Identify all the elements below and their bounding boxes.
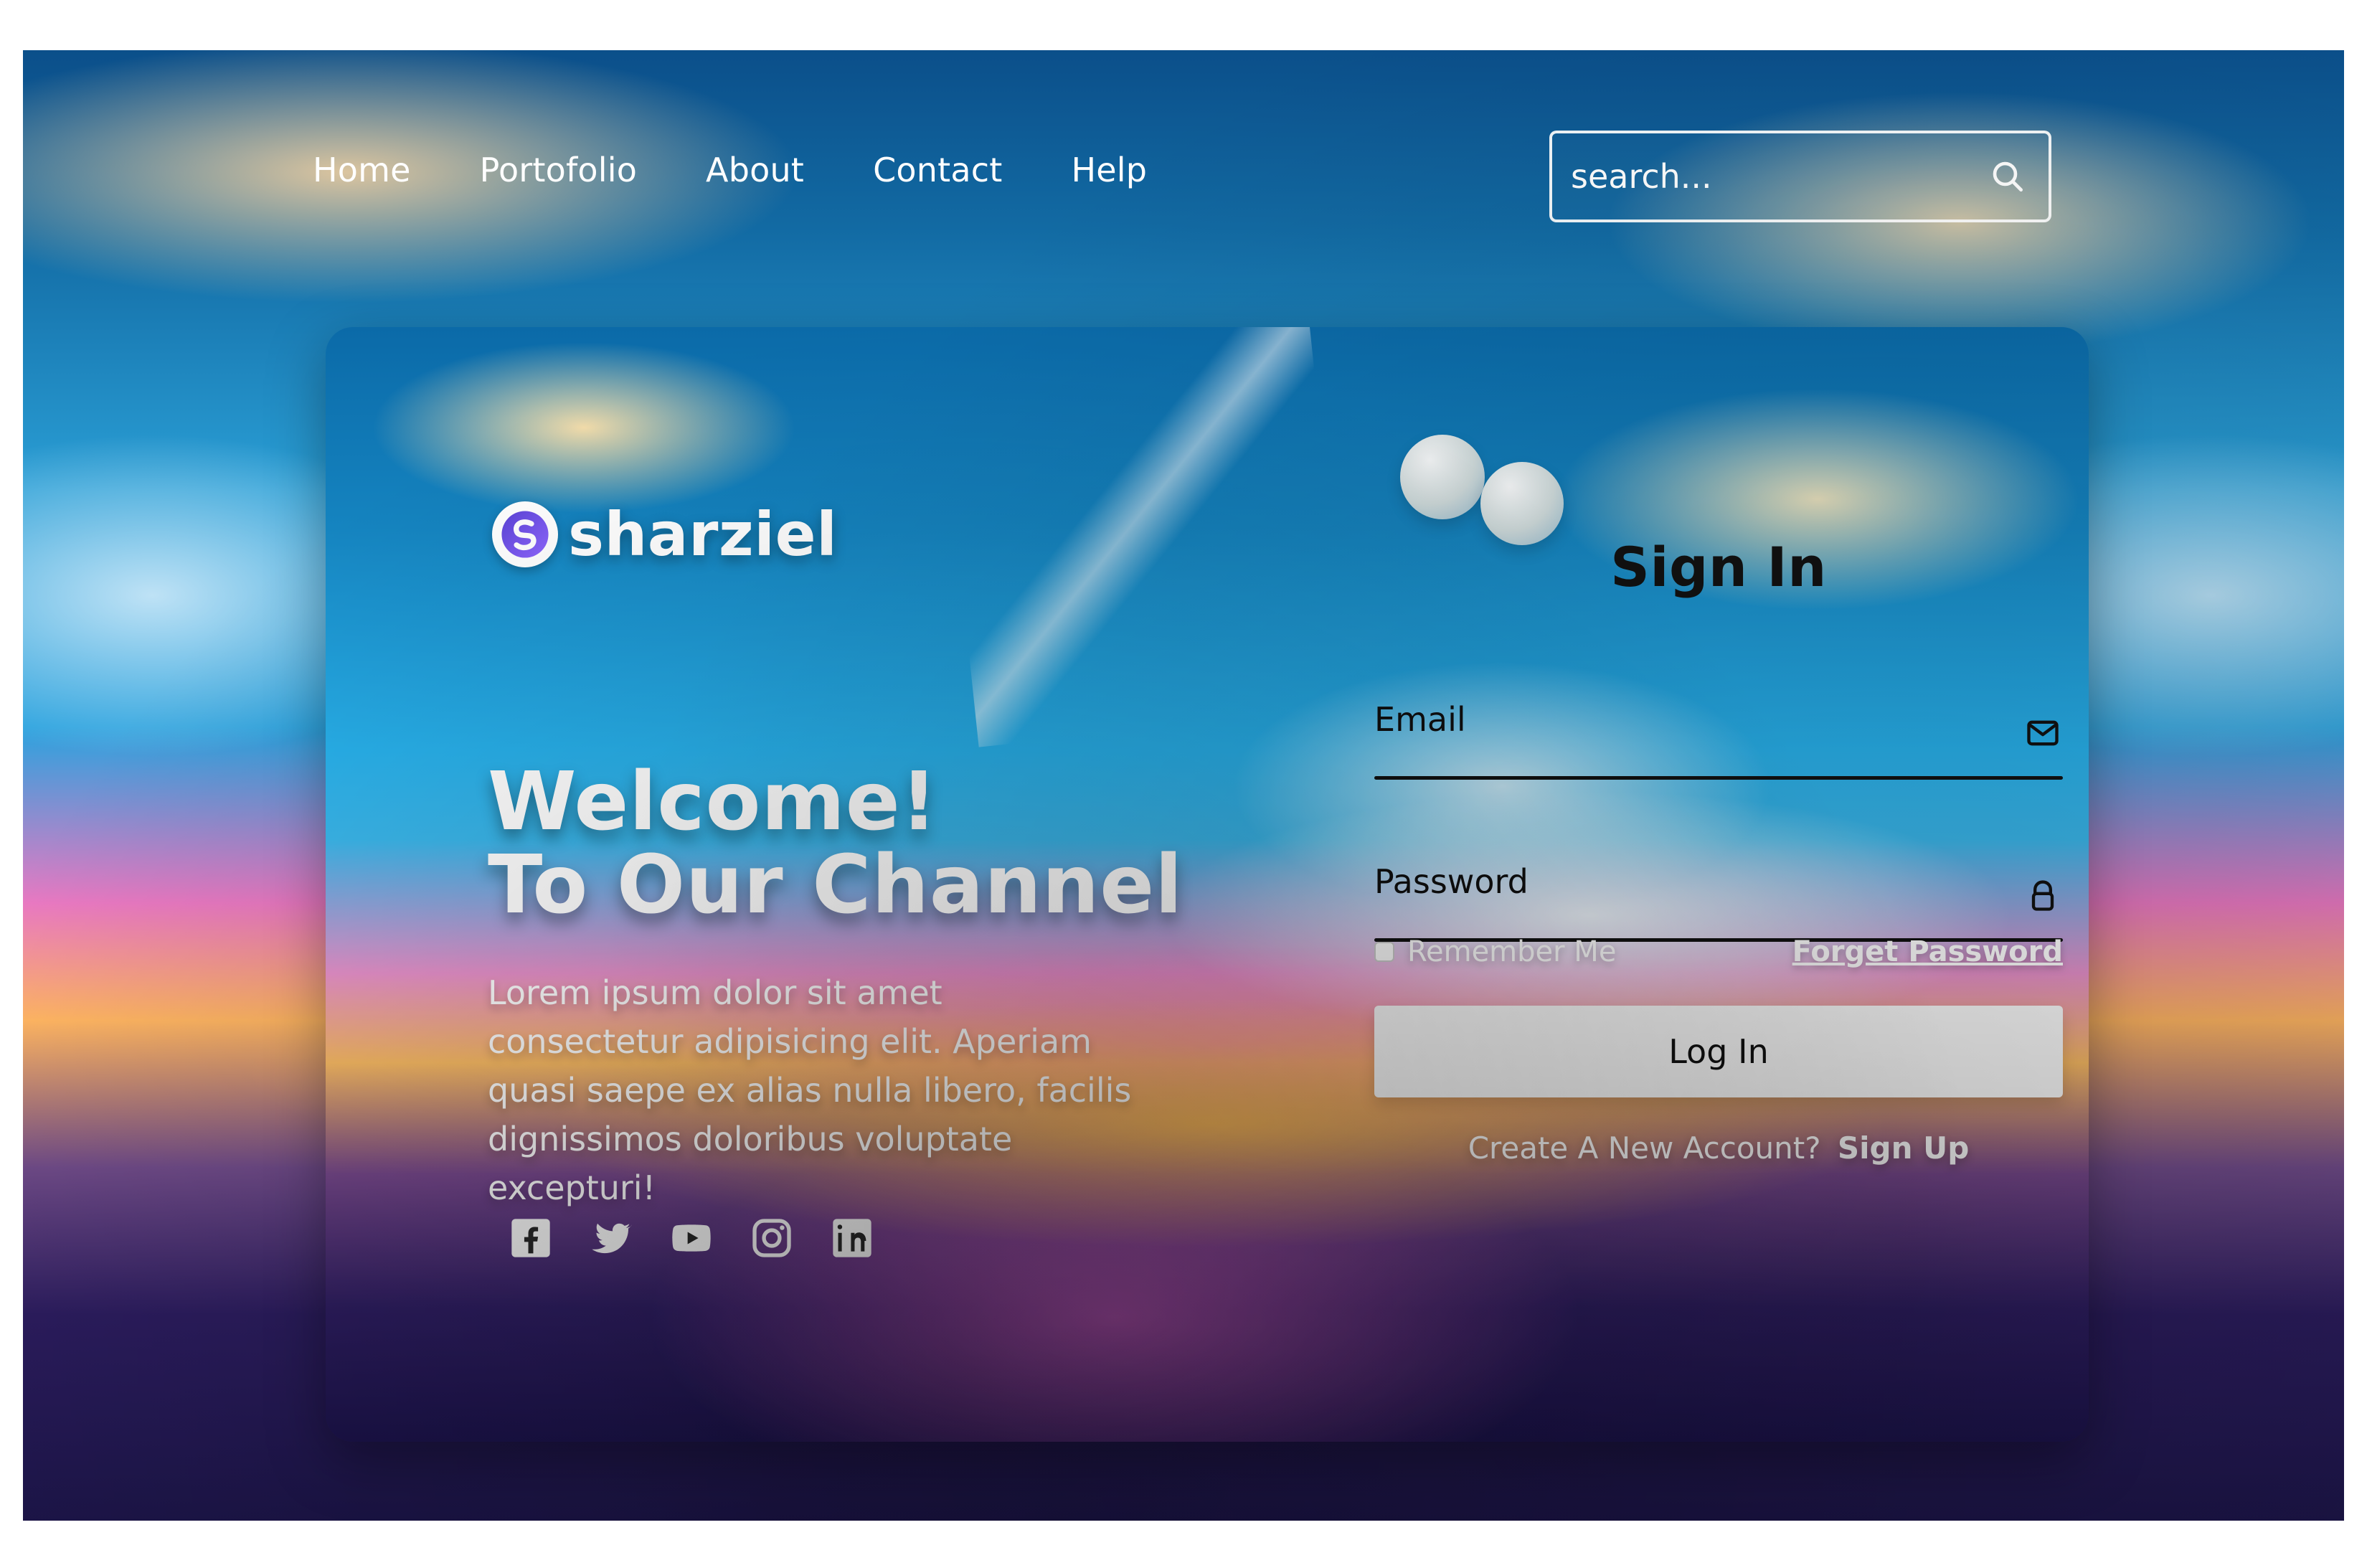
youtube-icon[interactable] <box>667 1214 716 1262</box>
twitter-icon[interactable] <box>587 1214 636 1262</box>
forgot-password-link[interactable]: Forget Password <box>1792 935 2063 968</box>
search-box <box>1549 131 2051 222</box>
nav-links: Home Portofolio About Contact Help <box>313 151 1147 189</box>
nav-link-portofolio[interactable]: Portofolio <box>480 151 637 189</box>
social-links <box>506 1214 877 1262</box>
brand-logo <box>492 501 558 567</box>
signin-title: Sign In <box>1610 535 1827 599</box>
email-field: Email <box>1374 700 2063 786</box>
password-input[interactable] <box>1374 862 2008 930</box>
hero-card: sharziel Welcome! To Our Channel Lorem i… <box>326 327 2089 1442</box>
remember-me[interactable]: Remember Me <box>1374 935 1616 968</box>
login-button[interactable]: Log In <box>1374 1006 2063 1097</box>
top-navigation: Home Portofolio About Contact Help <box>23 50 2344 222</box>
search-icon[interactable] <box>1985 154 2030 199</box>
hero-title-line-2: To Our Channel <box>488 839 1184 932</box>
hero-title-line-1: Welcome! <box>488 755 938 849</box>
balloons-decoration <box>1400 420 1587 545</box>
brand-name: sharziel <box>568 499 838 570</box>
nav-link-contact[interactable]: Contact <box>873 151 1002 189</box>
email-input[interactable] <box>1374 700 2008 768</box>
background-scene: Home Portofolio About Contact Help searc… <box>23 50 2344 1521</box>
signup-line: Create A New Account? Sign Up <box>1374 1130 2063 1166</box>
remember-me-checkbox[interactable] <box>1374 942 1394 962</box>
signup-link[interactable]: Sign Up <box>1838 1130 1969 1166</box>
signup-prompt: Create A New Account? <box>1468 1130 1821 1166</box>
facebook-icon[interactable] <box>506 1214 555 1262</box>
nav-link-home[interactable]: Home <box>313 151 411 189</box>
lock-icon <box>2023 875 2063 915</box>
remember-me-label: Remember Me <box>1407 935 1617 968</box>
hero-description: Lorem ipsum dolor sit amet consectetur a… <box>488 973 1132 1208</box>
remember-row: Remember Me Forget Password <box>1374 935 2063 978</box>
linkedin-icon[interactable] <box>828 1214 877 1262</box>
nav-link-help[interactable]: Help <box>1071 151 1147 189</box>
search-input[interactable] <box>1571 133 1985 219</box>
instagram-icon[interactable] <box>747 1214 796 1262</box>
nav-link-about[interactable]: About <box>706 151 804 189</box>
email-underline <box>1374 776 2063 780</box>
mail-icon <box>2023 713 2063 753</box>
brand: sharziel <box>492 499 837 570</box>
hero-title: Welcome! To Our Channel <box>488 760 1183 927</box>
